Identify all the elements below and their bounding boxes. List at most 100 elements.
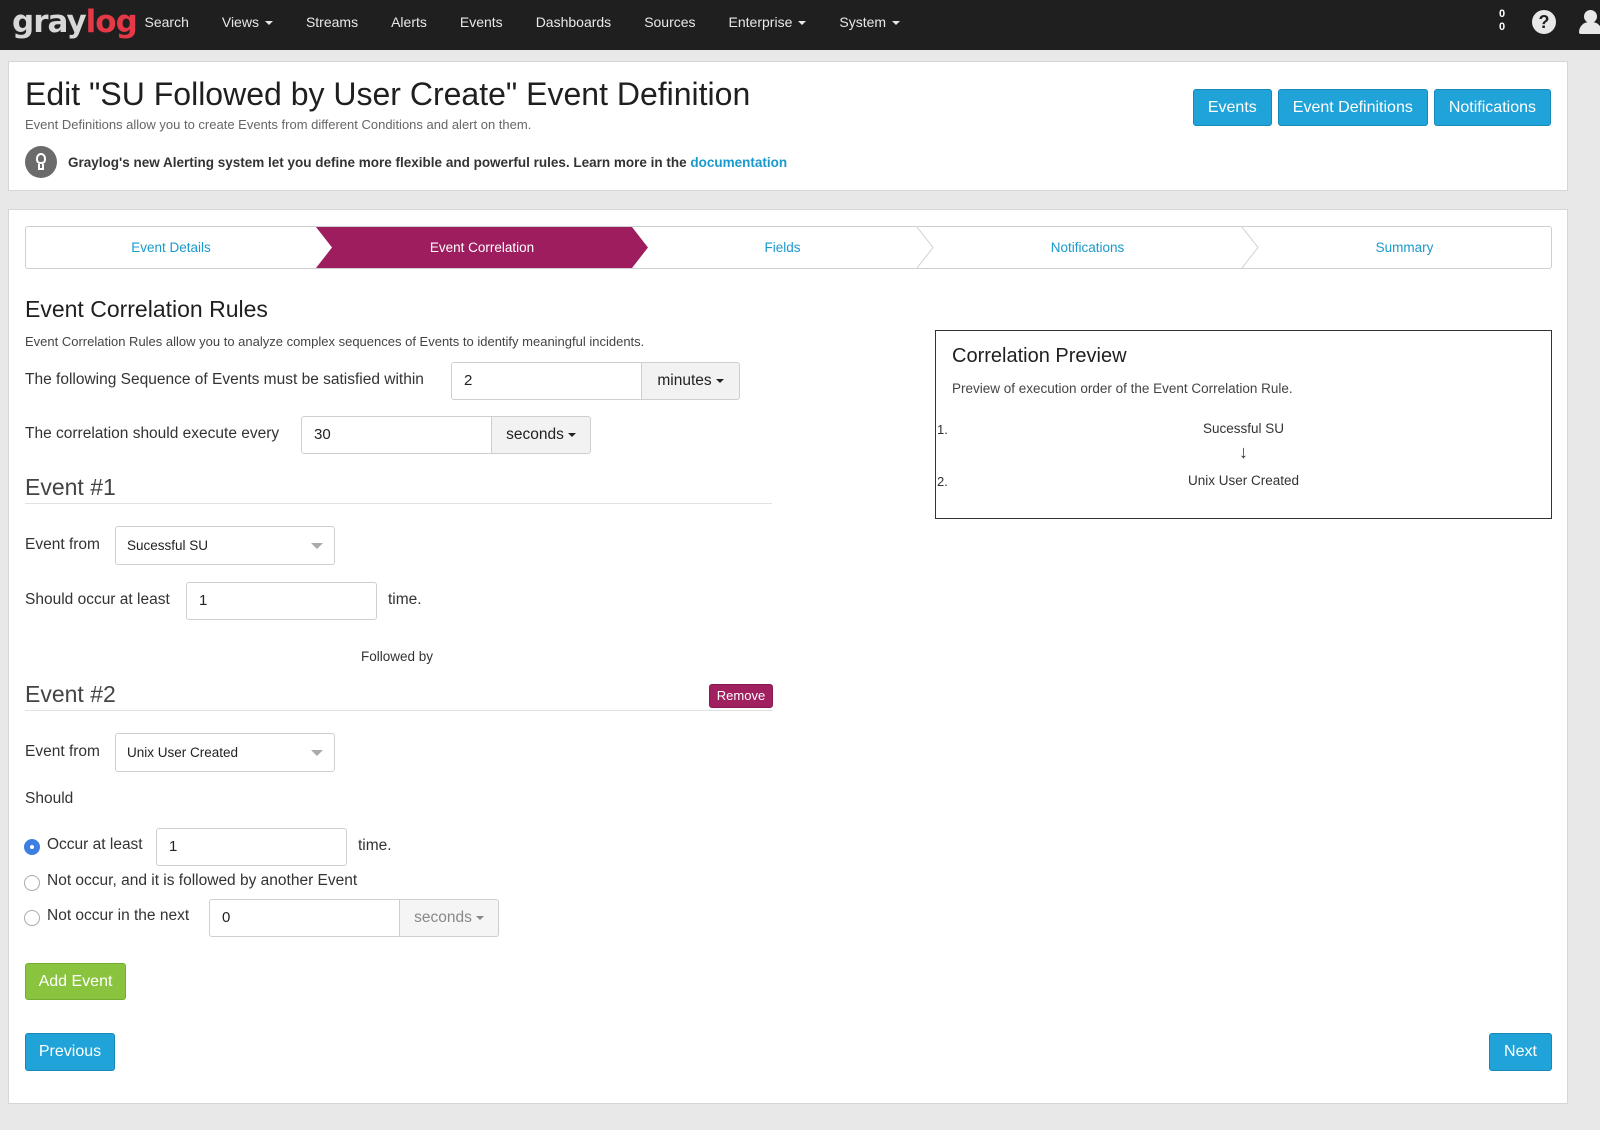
- notifications-button[interactable]: Notifications: [1433, 89, 1551, 126]
- radio-not-occur-next-label[interactable]: Not occur in the next: [47, 907, 189, 925]
- documentation-link[interactable]: documentation: [690, 155, 787, 170]
- event-1-heading: Event #1: [25, 474, 116, 500]
- lightbulb-icon: [25, 146, 57, 178]
- hint-text: Graylog's new Alerting system let you de…: [68, 155, 787, 170]
- preview-item-name: Sucessful SU: [1202, 421, 1285, 436]
- nav-search-label: Search: [144, 14, 189, 30]
- radio-not-occur-followed[interactable]: [24, 875, 40, 891]
- within-input[interactable]: 2: [451, 362, 642, 400]
- nav-dashboards-label: Dashboards: [535, 14, 612, 30]
- nav-events[interactable]: Events: [443, 0, 519, 50]
- not-occur-next-unit-label: seconds: [414, 909, 472, 926]
- followed-by-label: Followed by: [361, 649, 434, 664]
- next-button[interactable]: Next: [1489, 1033, 1552, 1071]
- main-panel: Event Details Event Correlation Fields N…: [8, 209, 1568, 1104]
- within-unit-label: minutes: [657, 372, 712, 389]
- radio-not-occur-followed-label[interactable]: Not occur, and it is followed by another…: [47, 872, 357, 890]
- step-fields[interactable]: Fields: [648, 227, 917, 268]
- nav-sources-label: Sources: [644, 14, 696, 30]
- divider: [25, 503, 772, 504]
- caret-down-icon: [892, 21, 901, 26]
- event-1-occur-label: Should occur at least: [25, 591, 170, 608]
- divider: [25, 710, 772, 711]
- page-description: Event Definitions allow you to create Ev…: [25, 117, 532, 132]
- event-1-occur-input[interactable]: 1: [186, 582, 377, 620]
- step-summary[interactable]: Summary: [1258, 227, 1551, 268]
- count-top: 0: [1498, 8, 1506, 20]
- step-separator: [1241, 227, 1259, 268]
- event-2-occur-suffix: time.: [358, 837, 392, 854]
- nav-sources[interactable]: Sources: [628, 0, 712, 50]
- logo-text-gray: gray: [12, 4, 87, 40]
- page-header: Edit "SU Followed by User Create" Event …: [8, 61, 1568, 191]
- section-title: Event Correlation Rules: [25, 296, 268, 322]
- nav-alerts-label: Alerts: [391, 14, 427, 30]
- section-description: Event Correlation Rules allow you to ana…: [25, 334, 645, 349]
- event-2-occur-input[interactable]: 1: [156, 828, 347, 866]
- execute-unit-label: seconds: [506, 426, 564, 443]
- event-2-from-value: Unix User Created: [127, 745, 239, 760]
- not-occur-next-unit-dropdown[interactable]: seconds: [400, 899, 499, 937]
- event-2-from-select[interactable]: Unix User Created: [115, 733, 335, 772]
- nav-alerts[interactable]: Alerts: [375, 0, 444, 50]
- nav-system-label: System: [839, 14, 887, 30]
- nav-views-label: Views: [221, 14, 259, 30]
- hint-text-body: Graylog's new Alerting system let you de…: [68, 154, 691, 170]
- count-bottom: 0: [1498, 21, 1506, 33]
- nav-dashboards[interactable]: Dashboards: [519, 0, 628, 50]
- add-event-button[interactable]: Add Event: [25, 963, 126, 1000]
- nav-streams-label: Streams: [305, 14, 359, 30]
- within-unit-dropdown[interactable]: minutes: [642, 362, 740, 400]
- preview-description: Preview of execution order of the Event …: [952, 381, 1293, 396]
- correlation-preview: Correlation Preview Preview of execution…: [935, 330, 1552, 519]
- execute-input[interactable]: 30: [301, 416, 492, 454]
- event-1-occur-suffix: time.: [388, 591, 422, 608]
- event-1-from-label: Event from: [25, 536, 100, 553]
- event-1-from-select[interactable]: Sucessful SU: [115, 526, 335, 565]
- not-occur-next-input[interactable]: 0: [209, 899, 400, 937]
- preview-item-name: Unix User Created: [1187, 473, 1300, 488]
- graylog-logo[interactable]: graylog: [12, 4, 138, 40]
- event-1-from-value: Sucessful SU: [127, 538, 209, 553]
- help-icon[interactable]: ?: [1532, 10, 1556, 34]
- user-icon[interactable]: [1578, 10, 1600, 36]
- alerting-hint: Graylog's new Alerting system let you de…: [25, 146, 787, 178]
- radio-occur-at-least[interactable]: [24, 839, 40, 855]
- event-2-should-label: Should: [25, 790, 74, 807]
- radio-not-occur-next[interactable]: [24, 910, 40, 926]
- caret-down-icon: [567, 432, 576, 437]
- nav-enterprise[interactable]: Enterprise: [712, 0, 823, 50]
- execute-unit-dropdown[interactable]: seconds: [492, 416, 591, 454]
- events-button[interactable]: Events: [1192, 89, 1272, 126]
- nav-events-label: Events: [459, 14, 503, 30]
- step-event-details[interactable]: Event Details: [26, 227, 316, 268]
- notification-counts[interactable]: 0 0: [1496, 8, 1508, 34]
- step-separator: [916, 227, 934, 268]
- top-navbar: graylog Search Views Streams Alerts Even…: [0, 0, 1600, 50]
- page-title: Edit "SU Followed by User Create" Event …: [25, 76, 751, 112]
- event-definitions-button[interactable]: Event Definitions: [1277, 89, 1428, 126]
- nav-enterprise-label: Enterprise: [728, 14, 793, 30]
- nav-system[interactable]: System: [823, 0, 917, 50]
- nav-views[interactable]: Views: [205, 0, 289, 50]
- header-buttons: Events Event Definitions Notifications: [1192, 89, 1551, 126]
- previous-button[interactable]: Previous: [25, 1033, 115, 1071]
- nav-streams[interactable]: Streams: [289, 0, 374, 50]
- wizard-steps: Event Details Event Correlation Fields N…: [25, 226, 1552, 269]
- radio-occur-at-least-label[interactable]: Occur at least: [47, 836, 143, 854]
- event-2-from-label: Event from: [25, 743, 100, 760]
- nav-search[interactable]: Search: [128, 0, 205, 50]
- arrow-down-icon: ↓: [1239, 442, 1248, 462]
- step-notifications[interactable]: Notifications: [933, 227, 1242, 268]
- step-event-correlation[interactable]: Event Correlation: [332, 227, 632, 268]
- dropdown-arrow-icon: [311, 750, 323, 756]
- nav-menu: Search Views Streams Alerts Events Dashb…: [128, 0, 917, 50]
- within-label: The following Sequence of Events must be…: [25, 371, 424, 388]
- caret-down-icon: [798, 21, 807, 26]
- dropdown-arrow-icon: [311, 543, 323, 549]
- caret-down-icon: [715, 378, 724, 383]
- execute-label: The correlation should execute every: [25, 425, 280, 442]
- event-2-heading: Event #2: [25, 681, 116, 707]
- remove-event-button[interactable]: Remove: [709, 684, 773, 708]
- caret-down-icon: [264, 21, 273, 26]
